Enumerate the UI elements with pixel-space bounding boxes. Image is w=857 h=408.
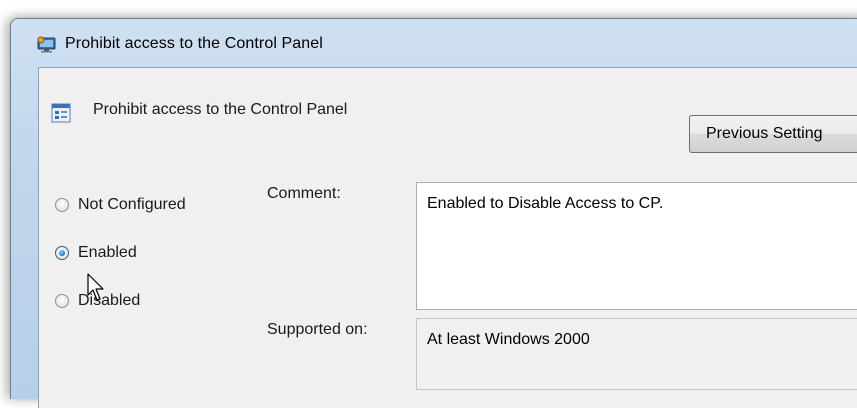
- window-title: Prohibit access to the Control Panel: [65, 35, 323, 52]
- policy-setting-icon: [51, 103, 71, 123]
- radio-not-configured[interactable]: Not Configured: [55, 196, 186, 214]
- dialog-client-area: Prohibit access to the Control Panel Pre…: [38, 67, 857, 408]
- policy-window: Prohibit access to the Control Panel Pro…: [10, 18, 857, 408]
- comment-label: Comment:: [267, 185, 341, 202]
- supported-on-field: At least Windows 2000: [416, 318, 857, 390]
- radio-circle-enabled[interactable]: [55, 246, 69, 260]
- group-policy-icon: [37, 36, 56, 53]
- title-bar[interactable]: Prohibit access to the Control Panel: [11, 19, 857, 67]
- setting-title: Prohibit access to the Control Panel: [93, 101, 348, 118]
- previous-setting-button[interactable]: Previous Setting: [689, 115, 857, 153]
- radio-circle-disabled[interactable]: [55, 294, 69, 308]
- radio-label-not-configured: Not Configured: [78, 196, 186, 213]
- supported-on-label: Supported on:: [267, 321, 368, 338]
- radio-enabled[interactable]: Enabled: [55, 244, 137, 262]
- radio-label-enabled: Enabled: [78, 244, 137, 261]
- radio-circle-not-configured[interactable]: [55, 198, 69, 212]
- comment-textarea[interactable]: Enabled to Disable Access to CP.: [416, 182, 857, 310]
- mouse-pointer-icon: [87, 273, 104, 301]
